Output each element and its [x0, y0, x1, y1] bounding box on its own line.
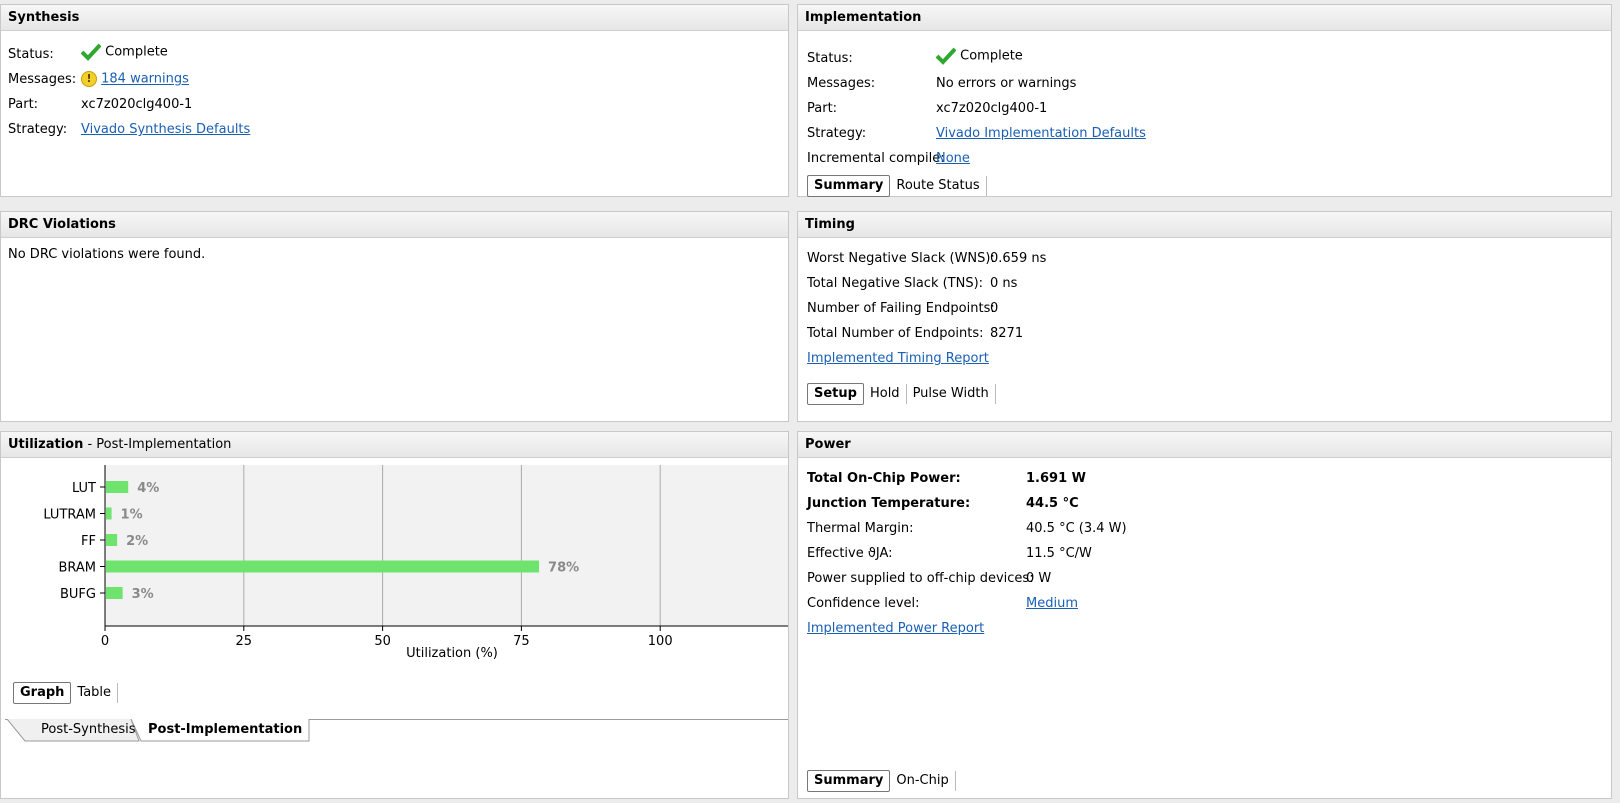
category-label: LUT [72, 481, 96, 496]
utilization-subtitle: - Post-Implementation [83, 437, 232, 452]
synthesis-strategy-label: Strategy: [8, 122, 68, 137]
tab-post-synthesis[interactable]: Post-Synthesis [31, 719, 146, 741]
x-tick-label: 100 [648, 634, 673, 649]
tab-hold[interactable]: Hold [864, 384, 907, 404]
synthesis-warnings-link[interactable]: 184 warnings [101, 72, 189, 87]
checkmark-icon [81, 43, 101, 61]
tab-graph[interactable]: Graph [13, 682, 72, 704]
impl-tabs: Summary Route Status [807, 175, 987, 197]
impl-status-label: Status: [807, 51, 853, 66]
impl-messages-value: No errors or warnings [936, 76, 1077, 91]
tab-pulse-width[interactable]: Pulse Width [907, 384, 996, 404]
tab-post-implementation[interactable]: Post-Implementation [138, 719, 312, 741]
utilization-panel: Utilization - Post-Implementation 4% 1% 2%… [0, 431, 789, 799]
timing-total-label: Total Number of Endpoints: [807, 326, 984, 341]
synthesis-strategy-link[interactable]: Vivado Synthesis Defaults [81, 122, 250, 137]
utilization-chart: 4% 1% 2% 78% 3% LUT LUTRAM FF BRAM BUFG 0 25 50 75 1… [43, 465, 788, 661]
drc-panel: DRC Violations No DRC violations were fo… [0, 211, 789, 422]
bar [106, 587, 123, 599]
tab-summary[interactable]: Summary [807, 175, 891, 197]
power-offchip-value: 0 W [1026, 571, 1052, 586]
synthesis-messages: ! 184 warnings [81, 71, 189, 87]
bar-value-label: 1% [121, 508, 143, 523]
power-junction-label: Junction Temperature: [807, 496, 971, 511]
bar-value-label: 2% [126, 534, 148, 549]
timing-failing-value: 0 [990, 301, 999, 316]
power-thermal-value: 40.5 °C (3.4 W) [1026, 521, 1127, 536]
drc-title: DRC Violations [1, 212, 788, 238]
tab-route-status[interactable]: Route Status [890, 176, 987, 196]
synthesis-title: Synthesis [1, 5, 788, 31]
timing-tns-value: 0 ns [990, 276, 1018, 291]
power-title: Power [798, 432, 1611, 458]
impl-status-value: Complete [960, 48, 1023, 64]
tab-on-chip[interactable]: On-Chip [890, 771, 956, 791]
timing-report-link[interactable]: Implemented Timing Report [807, 351, 989, 366]
bar-value-label: 3% [132, 587, 154, 602]
x-tick-label: 75 [513, 634, 530, 649]
impl-incremental-label: Incremental compile: [807, 151, 945, 166]
utilization-header: Utilization - Post-Implementation [1, 432, 788, 458]
x-axis-label: Utilization (%) [406, 646, 498, 661]
timing-panel: Timing Worst Negative Slack (WNS): 0.659… [797, 211, 1612, 422]
tab-setup[interactable]: Setup [807, 383, 864, 405]
power-theta-value: 11.5 °C/W [1026, 546, 1092, 561]
power-total-value: 1.691 W [1026, 471, 1086, 486]
power-confidence-link[interactable]: Medium [1026, 596, 1078, 611]
utilization-title: Utilization [8, 437, 84, 452]
power-tabs: Summary On-Chip [807, 770, 956, 792]
tab-table[interactable]: Table [71, 683, 119, 703]
power-junction-value: 44.5 °C [1026, 496, 1079, 511]
timing-tns-label: Total Negative Slack (TNS): [807, 276, 984, 291]
x-tick-label: 25 [236, 634, 253, 649]
timing-wns-value: 0.659 ns [990, 251, 1047, 266]
warning-icon: ! [81, 71, 97, 87]
bar [106, 534, 118, 546]
impl-strategy-link[interactable]: Vivado Implementation Defaults [936, 126, 1146, 141]
impl-incremental-link[interactable]: None [936, 151, 970, 166]
timing-failing-label: Number of Failing Endpoints: [807, 301, 995, 316]
synthesis-status: Complete [81, 43, 168, 61]
impl-messages-label: Messages: [807, 76, 876, 91]
synthesis-status-value: Complete [105, 44, 168, 60]
plot-area [105, 465, 788, 626]
implementation-panel: Implementation Status: Complete Messages… [797, 4, 1612, 197]
x-tick-label: 0 [101, 634, 109, 649]
bar-value-label: 4% [137, 481, 159, 496]
power-panel: Power Total On-Chip Power: 1.691 W Junct… [797, 431, 1612, 799]
utilization-view-tabs: Graph Table [13, 682, 119, 704]
category-label: FF [81, 534, 96, 549]
power-thermal-label: Thermal Margin: [807, 521, 914, 536]
bar [106, 560, 540, 573]
power-theta-label: Effective ϑJA: [807, 546, 893, 561]
implementation-title: Implementation [798, 5, 1611, 31]
drc-message: No DRC violations were found. [8, 247, 206, 262]
power-offchip-label: Power supplied to off-chip devices: [807, 571, 1034, 586]
category-label: BUFG [60, 587, 96, 602]
category-label: LUTRAM [43, 508, 96, 523]
synthesis-messages-label: Messages: [8, 72, 77, 87]
impl-part-label: Part: [807, 101, 838, 116]
impl-status: Complete [936, 47, 1023, 65]
power-total-label: Total On-Chip Power: [807, 471, 961, 486]
impl-strategy-label: Strategy: [807, 126, 867, 141]
timing-total-value: 8271 [990, 326, 1024, 341]
power-confidence-label: Confidence level: [807, 596, 920, 611]
timing-tabs: Setup Hold Pulse Width [807, 383, 996, 405]
synthesis-status-label: Status: [8, 47, 54, 62]
x-tick-label: 50 [374, 634, 391, 649]
bar-value-label: 78% [548, 561, 579, 576]
bar [106, 481, 129, 493]
bar [106, 507, 112, 520]
synthesis-part-value: xc7z020clg400-1 [81, 97, 193, 112]
tab-power-summary[interactable]: Summary [807, 770, 891, 792]
category-label: BRAM [58, 561, 96, 576]
synthesis-panel: Synthesis Status: Complete Messages: ! 1… [0, 4, 789, 197]
checkmark-icon [936, 47, 956, 65]
timing-wns-label: Worst Negative Slack (WNS): [807, 251, 995, 266]
impl-part-value: xc7z020clg400-1 [936, 101, 1048, 116]
power-report-link[interactable]: Implemented Power Report [807, 621, 984, 636]
synthesis-part-label: Part: [8, 97, 39, 112]
timing-title: Timing [798, 212, 1611, 238]
